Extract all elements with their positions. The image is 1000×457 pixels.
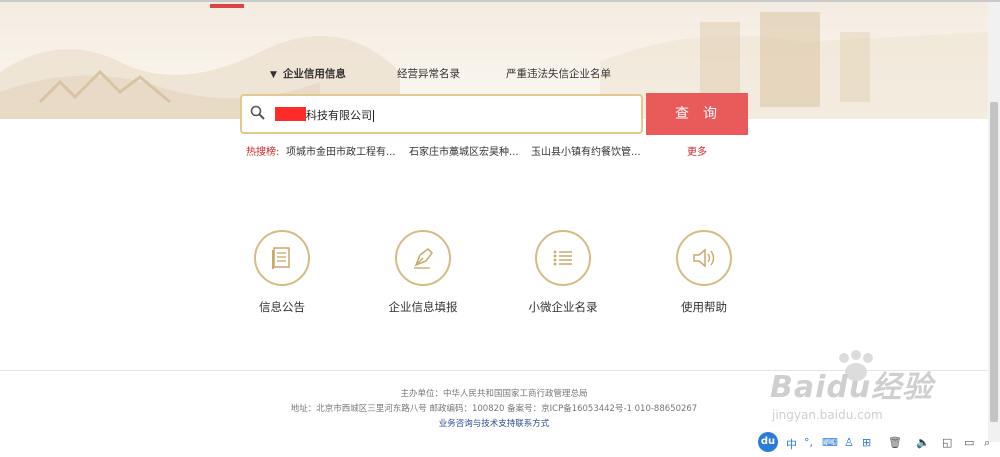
ime-lang-toggle[interactable]: 中 (786, 436, 797, 452)
feature-small-business-list[interactable]: 小微企业名录 (503, 230, 623, 315)
zoom-search-icon[interactable]: ⌕ (984, 436, 990, 450)
scrollbar-thumb[interactable] (990, 102, 998, 422)
more-link[interactable]: 更多 (687, 143, 707, 158)
hot-search-item[interactable]: 石家庄市藁城区宏昊种... (409, 143, 519, 158)
hot-search-label: 热搜榜: (246, 147, 280, 158)
hot-search: 热搜榜: 项城市金田市政工程有... 石家庄市藁城区宏昊种... 玉山县小镇有约… (246, 143, 707, 158)
feature-label: 使用帮助 (681, 300, 727, 314)
tab-serious-violation-list[interactable]: 严重违法失信企业名单 (506, 66, 611, 81)
punctuation-icon[interactable]: °, (804, 436, 813, 449)
ime-toolbar: du 中 °, ⌨ ♙ ⊞ 🗑 🔈 ◱ ▭ ⌕ (758, 432, 998, 457)
feature-label: 信息公告 (259, 300, 305, 314)
redacted-text (275, 107, 306, 121)
keyboard-icon[interactable]: ⌨ (822, 436, 838, 449)
feature-circle (395, 230, 451, 286)
baidu-watermark: Baidu经验 jingyan.baidu.com (770, 350, 990, 440)
hot-search-item[interactable]: 玉山县小镇有约餐饮管... (531, 143, 641, 158)
feature-help[interactable]: 使用帮助 (644, 230, 764, 315)
feature-circle (535, 230, 591, 286)
tab-label: 企业信用信息 (282, 68, 346, 80)
feature-circle (676, 230, 732, 286)
watermark-brand: Baidu经验 (770, 370, 934, 405)
restore-icon[interactable]: ▭ (964, 436, 974, 449)
tab-abnormal-list[interactable]: 经营异常名录 (397, 66, 460, 81)
feature-info-report[interactable]: 企业信息填报 (363, 230, 483, 315)
speaker-icon (693, 248, 715, 268)
hot-search-item[interactable]: 项城市金田市政工程有... (286, 143, 396, 158)
feature-info-announcement[interactable]: 信息公告 (222, 230, 342, 315)
tab-label: 经营异常名录 (397, 68, 460, 80)
watermark-url: jingyan.baidu.com (772, 408, 883, 422)
volume-icon[interactable]: 🔈 (916, 436, 930, 449)
feature-label: 小微企业名录 (528, 300, 598, 314)
baidu-ime-icon[interactable]: du (758, 432, 778, 452)
list-icon (553, 250, 572, 266)
search-box[interactable]: 科技有限公司 (240, 94, 643, 134)
window-icon[interactable]: ◱ (942, 436, 952, 449)
trash-icon[interactable]: 🗑 (888, 436, 902, 449)
document-icon (272, 247, 290, 269)
search-icon (250, 105, 265, 120)
caret-down-icon: ▼ (270, 70, 277, 80)
tab-enterprise-credit[interactable]: ▼ 企业信用信息 (270, 66, 346, 81)
grid-icon[interactable]: ⊞ (862, 436, 871, 449)
search-input[interactable]: 科技有限公司 (306, 107, 374, 123)
user-icon[interactable]: ♙ (844, 436, 854, 449)
search-button[interactable]: 查询 (646, 93, 748, 135)
feature-circle (254, 230, 310, 286)
feature-label: 企业信息填报 (388, 300, 458, 314)
pen-icon (414, 248, 433, 269)
tab-label: 严重违法失信企业名单 (506, 68, 611, 80)
